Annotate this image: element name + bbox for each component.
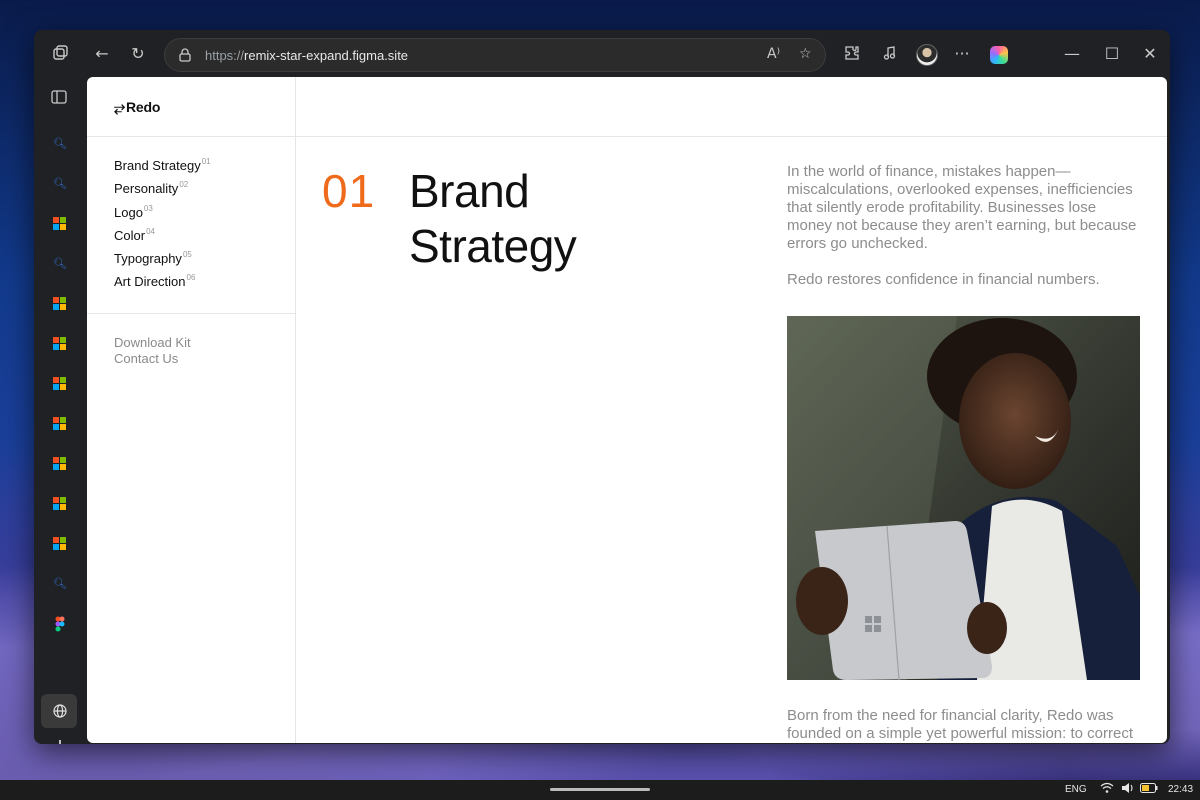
- address-bar[interactable]: https://remix-star-expand.figma.site A⁾ …: [164, 38, 826, 72]
- back-icon[interactable]: ←: [92, 44, 112, 64]
- nav-item-personality[interactable]: Personality02: [114, 180, 211, 203]
- tab-search-favicon[interactable]: 🔍︎: [50, 134, 70, 154]
- tab-microsoft-favicon[interactable]: [50, 454, 70, 474]
- tab-microsoft-favicon[interactable]: [50, 414, 70, 434]
- nav-item-brand-strategy[interactable]: Brand Strategy01: [114, 157, 211, 180]
- copilot-icon[interactable]: [990, 46, 1008, 64]
- url-text[interactable]: https://remix-star-expand.figma.site: [205, 48, 408, 63]
- media-control-icon[interactable]: [880, 44, 900, 64]
- minimize-icon[interactable]: —: [1062, 44, 1082, 64]
- site-logo[interactable]: ⥂Redo: [114, 99, 160, 116]
- section-number: 01: [322, 165, 376, 217]
- url-scheme: https://: [205, 48, 245, 63]
- tab-microsoft-favicon[interactable]: [50, 374, 70, 394]
- tab-microsoft-favicon[interactable]: [50, 214, 70, 234]
- volume-icon[interactable]: [1121, 782, 1135, 797]
- sidebar-toggle-icon[interactable]: [50, 88, 70, 108]
- profile-avatar[interactable]: [916, 44, 938, 66]
- redo-logo-icon: ⥂: [114, 100, 125, 116]
- workspaces-icon[interactable]: [50, 44, 70, 64]
- browser-titlebar: ← ↻ https://remix-star-expand.figma.site…: [34, 30, 1170, 76]
- more-menu-icon[interactable]: ···: [952, 44, 972, 64]
- tab-search-favicon[interactable]: 🔍︎: [50, 254, 70, 274]
- taskbar-handle[interactable]: [550, 788, 650, 791]
- browser-window: ← ↻ https://remix-star-expand.figma.site…: [34, 30, 1170, 744]
- tagline-paragraph: Redo restores confidence in financial nu…: [787, 271, 1100, 288]
- download-kit-link[interactable]: Download Kit: [114, 335, 191, 351]
- tab-microsoft-favicon[interactable]: [50, 534, 70, 554]
- sidebar-divider: [87, 313, 295, 314]
- clock[interactable]: 22:43: [1168, 784, 1193, 795]
- url-host: remix-star-expand.figma.site: [244, 48, 409, 63]
- wifi-icon[interactable]: [1100, 782, 1114, 797]
- refresh-icon[interactable]: ↻: [128, 44, 148, 64]
- tab-microsoft-favicon[interactable]: [50, 334, 70, 354]
- contact-us-link[interactable]: Contact Us: [114, 351, 191, 367]
- nav-item-art-direction[interactable]: Art Direction06: [114, 273, 211, 296]
- web-page: ⥂Redo Brand Strategy01 Personality02 Log…: [87, 77, 1167, 743]
- tab-microsoft-favicon[interactable]: [50, 294, 70, 314]
- taskbar: ENG 22:43: [0, 780, 1200, 800]
- globe-icon: [50, 701, 70, 721]
- secondary-nav: Download Kit Contact Us: [114, 335, 191, 366]
- hero-photo: [787, 316, 1140, 680]
- tab-microsoft-favicon[interactable]: [50, 494, 70, 514]
- intro-paragraph: In the world of finance, mistakes happen…: [787, 163, 1137, 252]
- section-title: Brand Strategy: [409, 165, 577, 272]
- site-sidebar: ⥂Redo Brand Strategy01 Personality02 Log…: [87, 77, 296, 743]
- logo-text: Redo: [126, 99, 161, 115]
- origin-paragraph: Born from the need for financial clarity…: [787, 707, 1134, 742]
- close-icon[interactable]: ✕: [1140, 44, 1160, 64]
- nav-item-typography[interactable]: Typography05: [114, 250, 211, 273]
- tab-figma-favicon[interactable]: [50, 614, 70, 634]
- language-indicator[interactable]: ENG: [1065, 784, 1087, 795]
- read-aloud-icon[interactable]: A⁾: [767, 46, 780, 62]
- maximize-icon[interactable]: ☐: [1102, 44, 1122, 64]
- tab-search-favicon[interactable]: 🔍︎: [50, 174, 70, 194]
- extensions-icon[interactable]: [842, 44, 862, 64]
- nav-item-logo[interactable]: Logo03: [114, 204, 211, 227]
- battery-icon[interactable]: [1140, 783, 1158, 796]
- new-tab-icon[interactable]: +: [50, 737, 70, 745]
- section-nav: Brand Strategy01 Personality02 Logo03 Co…: [114, 157, 211, 297]
- lock-icon: [179, 48, 191, 62]
- tab-search-favicon[interactable]: 🔍︎: [50, 574, 70, 594]
- nav-item-color[interactable]: Color04: [114, 227, 211, 250]
- favorite-star-icon[interactable]: ☆: [799, 46, 812, 62]
- vertical-tab-strip: 🔍︎ 🔍︎ 🔍︎ 🔍︎ +: [34, 76, 86, 744]
- header-divider: [87, 136, 1167, 137]
